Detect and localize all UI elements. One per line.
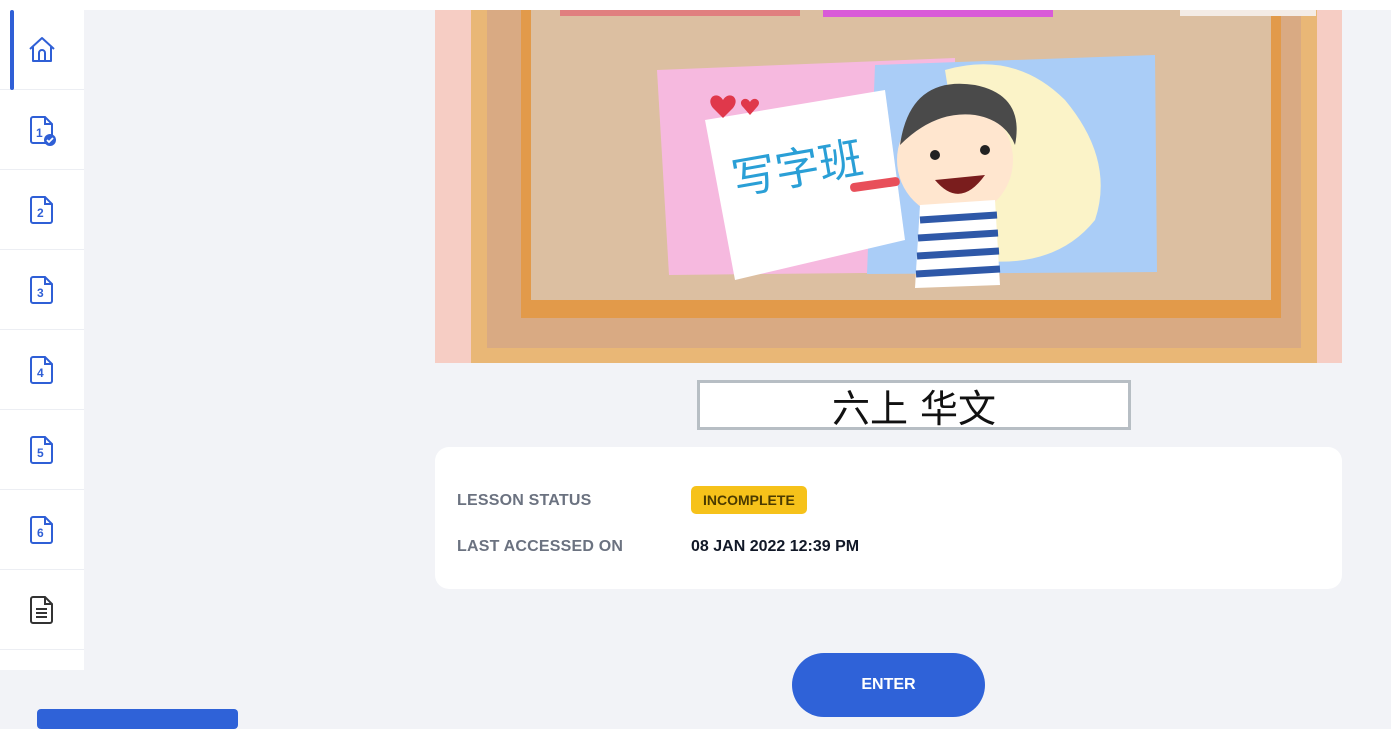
- lesson-sidebar: 1 2 3 4 5 6: [0, 10, 84, 670]
- bottom-action-button[interactable]: [37, 709, 238, 729]
- sidebar-item-home[interactable]: [0, 10, 84, 90]
- lesson-status-label: LESSON STATUS: [457, 492, 592, 509]
- lesson-4-icon: 4: [30, 355, 53, 384]
- lesson-banner-image: 写字班: [435, 10, 1342, 363]
- last-accessed-value: 08 JAN 2022 12:39 PM: [691, 538, 860, 555]
- top-bar: [0, 0, 1391, 10]
- lesson-6-icon: 6: [30, 515, 53, 544]
- lesson-5-icon: 5: [30, 435, 53, 464]
- status-badge: INCOMPLETE: [691, 486, 807, 514]
- sidebar-item-lesson-1[interactable]: 1: [0, 90, 84, 170]
- svg-text:4: 4: [37, 366, 44, 380]
- lesson-info-card: LESSON STATUS INCOMPLETE LAST ACCESSED O…: [435, 447, 1342, 589]
- sidebar-item-lesson-5[interactable]: 5: [0, 410, 84, 490]
- lesson-3-icon: 3: [30, 275, 53, 304]
- sidebar-item-lesson-3[interactable]: 3: [0, 250, 84, 330]
- writing-class-illustration: 写字班: [435, 10, 1342, 363]
- last-accessed-label: LAST ACCESSED ON: [457, 538, 624, 555]
- svg-text:6: 6: [37, 526, 44, 540]
- lesson-2-icon: 2: [30, 195, 53, 224]
- sidebar-item-lesson-6[interactable]: 6: [0, 490, 84, 570]
- sidebar-item-lesson-4[interactable]: 4: [0, 330, 84, 410]
- lesson-1-completed-icon: 1: [30, 115, 56, 146]
- course-title: 六上 华文: [697, 380, 1131, 431]
- sidebar-item-notes[interactable]: [0, 570, 84, 650]
- document-list-icon: [30, 595, 53, 624]
- sidebar-item-lesson-2[interactable]: 2: [0, 170, 84, 250]
- svg-text:3: 3: [37, 286, 44, 300]
- home-icon: [29, 36, 55, 62]
- svg-text:2: 2: [37, 206, 44, 220]
- svg-text:5: 5: [37, 446, 44, 460]
- svg-text:1: 1: [36, 126, 43, 140]
- enter-button[interactable]: ENTER: [792, 653, 985, 717]
